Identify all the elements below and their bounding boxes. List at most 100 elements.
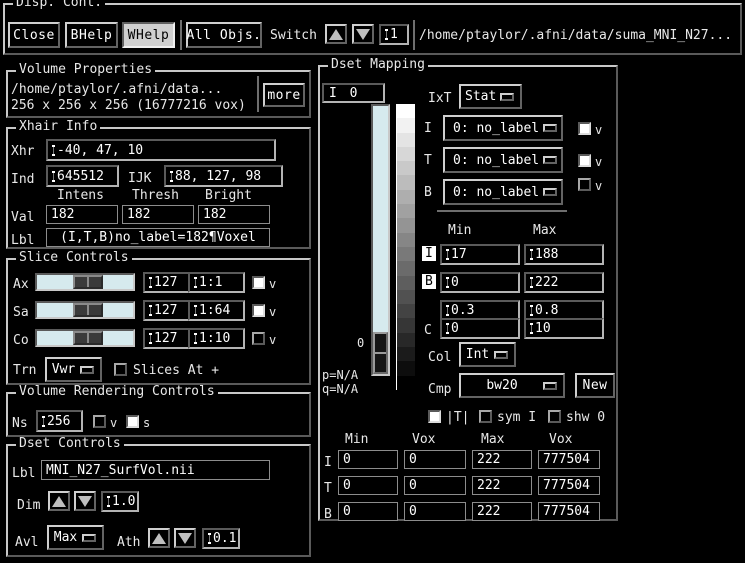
slice-slider-sa[interactable]	[35, 301, 135, 319]
range-max-c[interactable]: 10	[524, 318, 604, 339]
dim-down-button[interactable]	[74, 491, 96, 511]
ind-label: Ind	[11, 173, 34, 186]
range-min-i[interactable]: 17	[440, 244, 520, 265]
val-thresh-field[interactable]: 182	[122, 205, 194, 224]
stats-maxvox-b[interactable]: 777504	[538, 502, 600, 521]
toolbar-separator-1	[180, 20, 182, 50]
colorbar-value-field[interactable]: I 0	[322, 83, 385, 103]
switch-label: Switch	[270, 29, 317, 42]
slice-view-checkbox-co[interactable]	[252, 332, 265, 345]
range-min-b[interactable]: 0	[440, 272, 520, 293]
dset-lbl-field[interactable]: MNI_N27_SurfVol.nii	[41, 460, 270, 480]
close-button[interactable]: Close	[8, 22, 60, 48]
stats-max-i[interactable]: 222	[472, 450, 532, 469]
switch-down-button[interactable]	[352, 24, 374, 44]
ath-field[interactable]: 0.1	[202, 528, 240, 549]
sub-brick-view-label-b: v	[595, 180, 602, 192]
dim-up-button[interactable]	[48, 491, 70, 511]
range-min-c[interactable]: 0	[440, 318, 520, 339]
sub-brick-dropdown-t[interactable]: 0: no_label	[443, 147, 563, 173]
stats-min-b[interactable]: 0	[338, 502, 398, 521]
slider-thumb[interactable]	[73, 303, 103, 317]
all-objs-button[interactable]: All Objs.	[186, 22, 262, 48]
sub-brick-view-checkbox-t[interactable]	[578, 154, 591, 167]
colorbar-value-prefix: I	[329, 86, 337, 101]
abs-threshold-checkbox[interactable]	[428, 410, 441, 423]
bhelp-button[interactable]: BHelp	[65, 22, 118, 48]
avl-dropdown[interactable]: Max	[47, 525, 104, 550]
xhair-info-legend: Xhair Info	[16, 120, 100, 134]
vr-v-checkbox[interactable]	[93, 415, 106, 428]
colorbar-step	[397, 133, 415, 147]
stats-max-b[interactable]: 222	[472, 502, 532, 521]
col-dropdown-value: Int	[461, 347, 494, 362]
sub-brick-dropdown-b[interactable]: 0: no_label	[443, 179, 563, 205]
range-max-b[interactable]: 222	[524, 272, 604, 293]
stats-minvox-i[interactable]: 0	[404, 450, 466, 469]
slice-slider-ax[interactable]	[35, 273, 135, 291]
colorbar-bw20[interactable]	[396, 104, 415, 390]
stats-min-i[interactable]: 0	[338, 450, 398, 469]
dim-field[interactable]: 1.0	[101, 491, 139, 512]
slice-view-checkbox-sa[interactable]	[252, 304, 265, 317]
slice-step-co[interactable]: 1:10	[188, 328, 245, 349]
dropdown-knob-icon	[80, 366, 94, 374]
colorbar-step	[397, 233, 415, 247]
slice-index-ax[interactable]: 127	[143, 272, 193, 293]
ijk-field[interactable]: 88, 127, 98	[164, 165, 283, 187]
stats-max-t[interactable]: 222	[472, 476, 532, 495]
slider-thumb[interactable]	[73, 331, 103, 345]
stats-maxvox-t[interactable]: 777504	[538, 476, 600, 495]
avl-dropdown-value: Max	[49, 530, 82, 545]
new-colormap-button[interactable]: New	[575, 373, 615, 398]
stats-header-minvox: Vox	[412, 433, 435, 446]
dset-mapping-separator	[437, 210, 567, 212]
shw-0-label: shw 0	[566, 411, 605, 424]
stats-minvox-t[interactable]: 0	[404, 476, 466, 495]
slice-step-sa[interactable]: 1:64	[188, 300, 245, 321]
slice-view-label-sa: v	[269, 306, 276, 318]
cmp-label: Cmp	[428, 383, 451, 396]
stats-min-t[interactable]: 0	[338, 476, 398, 495]
val-bright-field[interactable]: 182	[198, 205, 270, 224]
sub-brick-dropdown-i[interactable]: 0: no_label	[443, 115, 563, 141]
ns-field[interactable]: 256	[36, 410, 83, 432]
lbl-field[interactable]: (I,T,B)no_label=182¶Voxel	[46, 228, 270, 247]
thresh-header: Thresh	[132, 189, 179, 202]
ind-field[interactable]: 645512	[46, 165, 119, 187]
switch-index-field[interactable]: 1	[379, 24, 409, 45]
slice-view-checkbox-ax[interactable]	[252, 276, 265, 289]
sub-brick-view-checkbox-i[interactable]	[578, 122, 591, 135]
slice-index-co[interactable]: 127	[143, 328, 193, 349]
switch-up-button[interactable]	[325, 24, 347, 44]
col-dropdown[interactable]: Int	[459, 342, 516, 367]
triangle-down-icon	[356, 29, 370, 40]
ath-up-button[interactable]	[148, 528, 170, 548]
ixt-dropdown[interactable]: Stat	[459, 84, 522, 109]
slice-step-ax[interactable]: 1:1	[188, 272, 245, 293]
colorbar-step	[397, 204, 415, 218]
stats-maxvox-i[interactable]: 777504	[538, 450, 600, 469]
slider-thumb[interactable]	[73, 275, 103, 289]
slice-slider-co[interactable]	[35, 329, 135, 347]
range-max-i[interactable]: 188	[524, 244, 604, 265]
val-intens-field[interactable]: 182	[46, 205, 118, 224]
slice-row-label-sa: Sa	[13, 306, 29, 319]
sub-brick-view-checkbox-b[interactable]	[578, 178, 591, 191]
trn-dropdown[interactable]: Vwr	[45, 357, 102, 382]
cmp-dropdown[interactable]: bw20	[459, 373, 565, 398]
slider-thumb[interactable]	[373, 332, 388, 374]
sym-i-checkbox[interactable]	[479, 410, 492, 423]
slice-index-sa[interactable]: 127	[143, 300, 193, 321]
colorbar-vertical-slider[interactable]	[371, 104, 390, 376]
toolbar-separator-2	[413, 20, 415, 50]
shw-0-checkbox[interactable]	[548, 410, 561, 423]
val-label: Val	[11, 211, 34, 224]
whelp-button[interactable]: WHelp	[122, 22, 175, 48]
ath-down-button[interactable]	[174, 528, 196, 548]
slices-at-checkbox[interactable]	[114, 363, 127, 376]
xhr-field[interactable]: -40, 47, 10	[46, 139, 276, 161]
more-button[interactable]: more	[263, 83, 305, 107]
stats-minvox-b[interactable]: 0	[404, 502, 466, 521]
vr-s-checkbox[interactable]	[126, 415, 139, 428]
